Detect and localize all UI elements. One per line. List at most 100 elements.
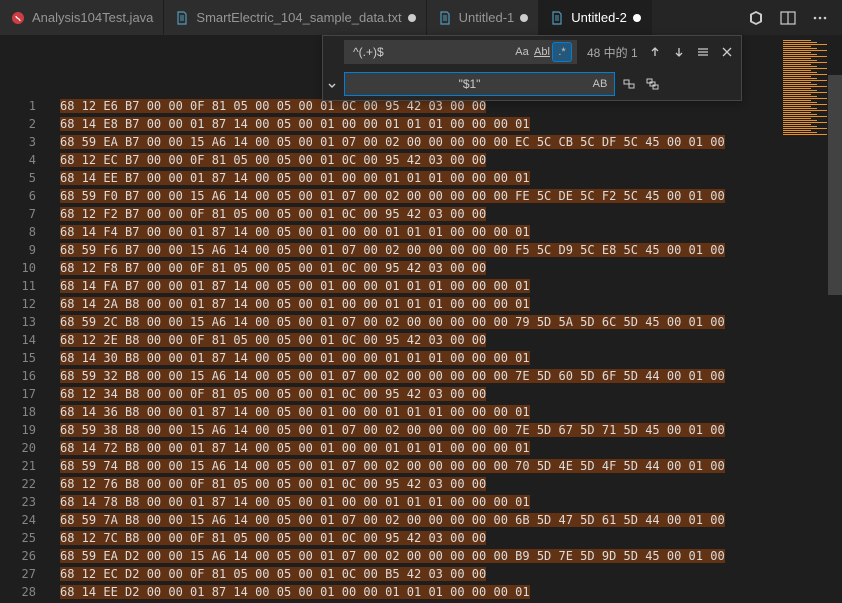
- vertical-scrollbar[interactable]: [828, 35, 842, 603]
- match-highlight: 68 59 7A B8 00 00 15 A6 14 00 05 00 01 0…: [60, 513, 725, 527]
- line-number: 20: [0, 439, 60, 457]
- whole-word-toggle[interactable]: Abl: [532, 42, 552, 62]
- match-highlight: 68 12 34 B8 00 00 0F 81 05 00 05 00 01 0…: [60, 387, 486, 401]
- replace-one-icon[interactable]: [619, 74, 639, 94]
- split-editor-icon[interactable]: [778, 8, 798, 28]
- preserve-case-toggle[interactable]: AB: [590, 74, 610, 94]
- minimap-line: [783, 58, 811, 59]
- match-highlight: 68 12 2E B8 00 00 0F 81 05 00 05 00 01 0…: [60, 333, 486, 347]
- code-line[interactable]: 68 12 EC B7 00 00 0F 81 05 00 05 00 01 0…: [60, 151, 842, 169]
- find-input[interactable]: [349, 45, 512, 59]
- match-highlight: 68 14 FA B7 00 00 01 87 14 00 05 00 01 0…: [60, 279, 530, 293]
- line-number: 14: [0, 331, 60, 349]
- code-line[interactable]: 68 59 7A B8 00 00 15 A6 14 00 05 00 01 0…: [60, 511, 842, 529]
- minimap-line: [783, 108, 817, 109]
- code-line[interactable]: 68 12 2E B8 00 00 0F 81 05 00 05 00 01 0…: [60, 331, 842, 349]
- line-number: 2: [0, 115, 60, 133]
- tab-label: Untitled-2: [571, 10, 627, 25]
- match-highlight: 68 59 32 B8 00 00 15 A6 14 00 05 00 01 0…: [60, 369, 725, 383]
- code-line[interactable]: 68 14 72 B8 00 00 01 87 14 00 05 00 01 0…: [60, 439, 842, 457]
- match-highlight: 68 14 EE B7 00 00 01 87 14 00 05 00 01 0…: [60, 171, 530, 185]
- code-line[interactable]: 68 14 2A B8 00 00 01 87 14 00 05 00 01 0…: [60, 295, 842, 313]
- replace-all-icon[interactable]: [643, 74, 663, 94]
- code-line[interactable]: 68 12 EC D2 00 00 0F 81 05 00 05 00 01 0…: [60, 565, 842, 583]
- modified-indicator-icon: [520, 14, 528, 22]
- code-line[interactable]: 68 14 36 B8 00 00 01 87 14 00 05 00 01 0…: [60, 403, 842, 421]
- code-line[interactable]: 68 14 FA B7 00 00 01 87 14 00 05 00 01 0…: [60, 277, 842, 295]
- java-file-icon: [10, 10, 26, 26]
- code-line[interactable]: 68 14 E8 B7 00 00 01 87 14 00 05 00 01 0…: [60, 115, 842, 133]
- minimap-line: [783, 74, 827, 75]
- code-line[interactable]: 68 14 F4 B7 00 00 01 87 14 00 05 00 01 0…: [60, 223, 842, 241]
- line-number: 13: [0, 313, 60, 331]
- tab-smartelectric-104-sample-data-txt[interactable]: SmartElectric_104_sample_data.txt: [164, 0, 426, 35]
- minimap-line: [783, 98, 827, 99]
- match-highlight: 68 14 E8 B7 00 00 01 87 14 00 05 00 01 0…: [60, 117, 530, 131]
- toggle-replace-icon[interactable]: [323, 36, 340, 100]
- line-number: 5: [0, 169, 60, 187]
- line-number: 1: [0, 97, 60, 115]
- tab-untitled-2[interactable]: Untitled-2: [539, 0, 652, 35]
- code-line[interactable]: 68 14 EE D2 00 00 01 87 14 00 05 00 01 0…: [60, 583, 842, 601]
- minimap-line: [783, 110, 827, 111]
- line-number: 26: [0, 547, 60, 565]
- more-actions-icon[interactable]: [810, 8, 830, 28]
- close-find-icon[interactable]: [717, 42, 737, 62]
- tab-untitled-1[interactable]: Untitled-1: [427, 0, 540, 35]
- tab-analysis104test-java[interactable]: Analysis104Test.java: [0, 0, 164, 35]
- match-case-toggle[interactable]: Aa: [512, 42, 532, 62]
- replace-input[interactable]: [349, 77, 590, 91]
- minimap-line: [783, 102, 817, 103]
- code-line[interactable]: 68 59 EA B7 00 00 15 A6 14 00 05 00 01 0…: [60, 133, 842, 151]
- code-line[interactable]: 68 59 2C B8 00 00 15 A6 14 00 05 00 01 0…: [60, 313, 842, 331]
- line-number: 10: [0, 259, 60, 277]
- code-line[interactable]: 68 14 30 B8 00 00 01 87 14 00 05 00 01 0…: [60, 349, 842, 367]
- code-line[interactable]: 68 59 F0 B7 00 00 15 A6 14 00 05 00 01 0…: [60, 187, 842, 205]
- minimap-line: [783, 76, 811, 77]
- code-line[interactable]: 68 12 F8 B7 00 00 0F 81 05 00 05 00 01 0…: [60, 259, 842, 277]
- minimap[interactable]: [783, 35, 828, 603]
- editor-content[interactable]: 68 12 E6 B7 00 00 0F 81 05 00 05 00 01 0…: [60, 35, 842, 603]
- code-line[interactable]: 68 59 74 B8 00 00 15 A6 14 00 05 00 01 0…: [60, 457, 842, 475]
- minimap-line: [783, 66, 817, 67]
- match-highlight: 68 14 2A B8 00 00 01 87 14 00 05 00 01 0…: [60, 297, 530, 311]
- regex-toggle[interactable]: .*: [552, 42, 572, 62]
- code-line[interactable]: 68 12 34 B8 00 00 0F 81 05 00 05 00 01 0…: [60, 385, 842, 403]
- compare-icon[interactable]: [746, 8, 766, 28]
- code-line[interactable]: 68 12 F2 B7 00 00 0F 81 05 00 05 00 01 0…: [60, 205, 842, 223]
- match-highlight: 68 12 EC D2 00 00 0F 81 05 00 05 00 01 0…: [60, 567, 486, 581]
- minimap-line: [783, 70, 811, 71]
- code-line[interactable]: 68 59 32 B8 00 00 15 A6 14 00 05 00 01 0…: [60, 367, 842, 385]
- match-highlight: 68 12 F8 B7 00 00 0F 81 05 00 05 00 01 0…: [60, 261, 486, 275]
- next-match-icon[interactable]: [669, 42, 689, 62]
- code-line[interactable]: 68 12 76 B8 00 00 0F 81 05 00 05 00 01 0…: [60, 475, 842, 493]
- match-highlight: 68 59 F6 B7 00 00 15 A6 14 00 05 00 01 0…: [60, 243, 725, 257]
- minimap-line: [783, 82, 811, 83]
- line-number: 25: [0, 529, 60, 547]
- code-line[interactable]: 68 12 7C B8 00 00 0F 81 05 00 05 00 01 0…: [60, 529, 842, 547]
- replace-input-wrap: AB: [344, 72, 615, 96]
- editor-area: Aa Abl .* 48 中的 1: [0, 35, 842, 603]
- scrollbar-thumb[interactable]: [828, 75, 842, 295]
- code-line[interactable]: 68 14 EE B7 00 00 01 87 14 00 05 00 01 0…: [60, 169, 842, 187]
- line-number: 23: [0, 493, 60, 511]
- tab-label: Untitled-1: [459, 10, 515, 25]
- find-in-selection-icon[interactable]: [693, 42, 713, 62]
- minimap-line: [783, 94, 811, 95]
- minimap-line: [783, 50, 827, 51]
- prev-match-icon[interactable]: [645, 42, 665, 62]
- code-line[interactable]: 68 14 78 B8 00 00 01 87 14 00 05 00 01 0…: [60, 493, 842, 511]
- code-line[interactable]: 68 59 38 B8 00 00 15 A6 14 00 05 00 01 0…: [60, 421, 842, 439]
- minimap-line: [783, 90, 817, 91]
- match-highlight: 68 14 72 B8 00 00 01 87 14 00 05 00 01 0…: [60, 441, 530, 455]
- minimap-line: [783, 104, 827, 105]
- minimap-line: [783, 86, 827, 87]
- code-line[interactable]: 68 59 EA D2 00 00 15 A6 14 00 05 00 01 0…: [60, 547, 842, 565]
- minimap-line: [783, 60, 817, 61]
- minimap-line: [783, 92, 827, 93]
- match-highlight: 68 14 78 B8 00 00 01 87 14 00 05 00 01 0…: [60, 495, 530, 509]
- minimap-line: [783, 42, 817, 43]
- code-line[interactable]: 68 59 F6 B7 00 00 15 A6 14 00 05 00 01 0…: [60, 241, 842, 259]
- minimap-line: [783, 130, 811, 131]
- line-number: 7: [0, 205, 60, 223]
